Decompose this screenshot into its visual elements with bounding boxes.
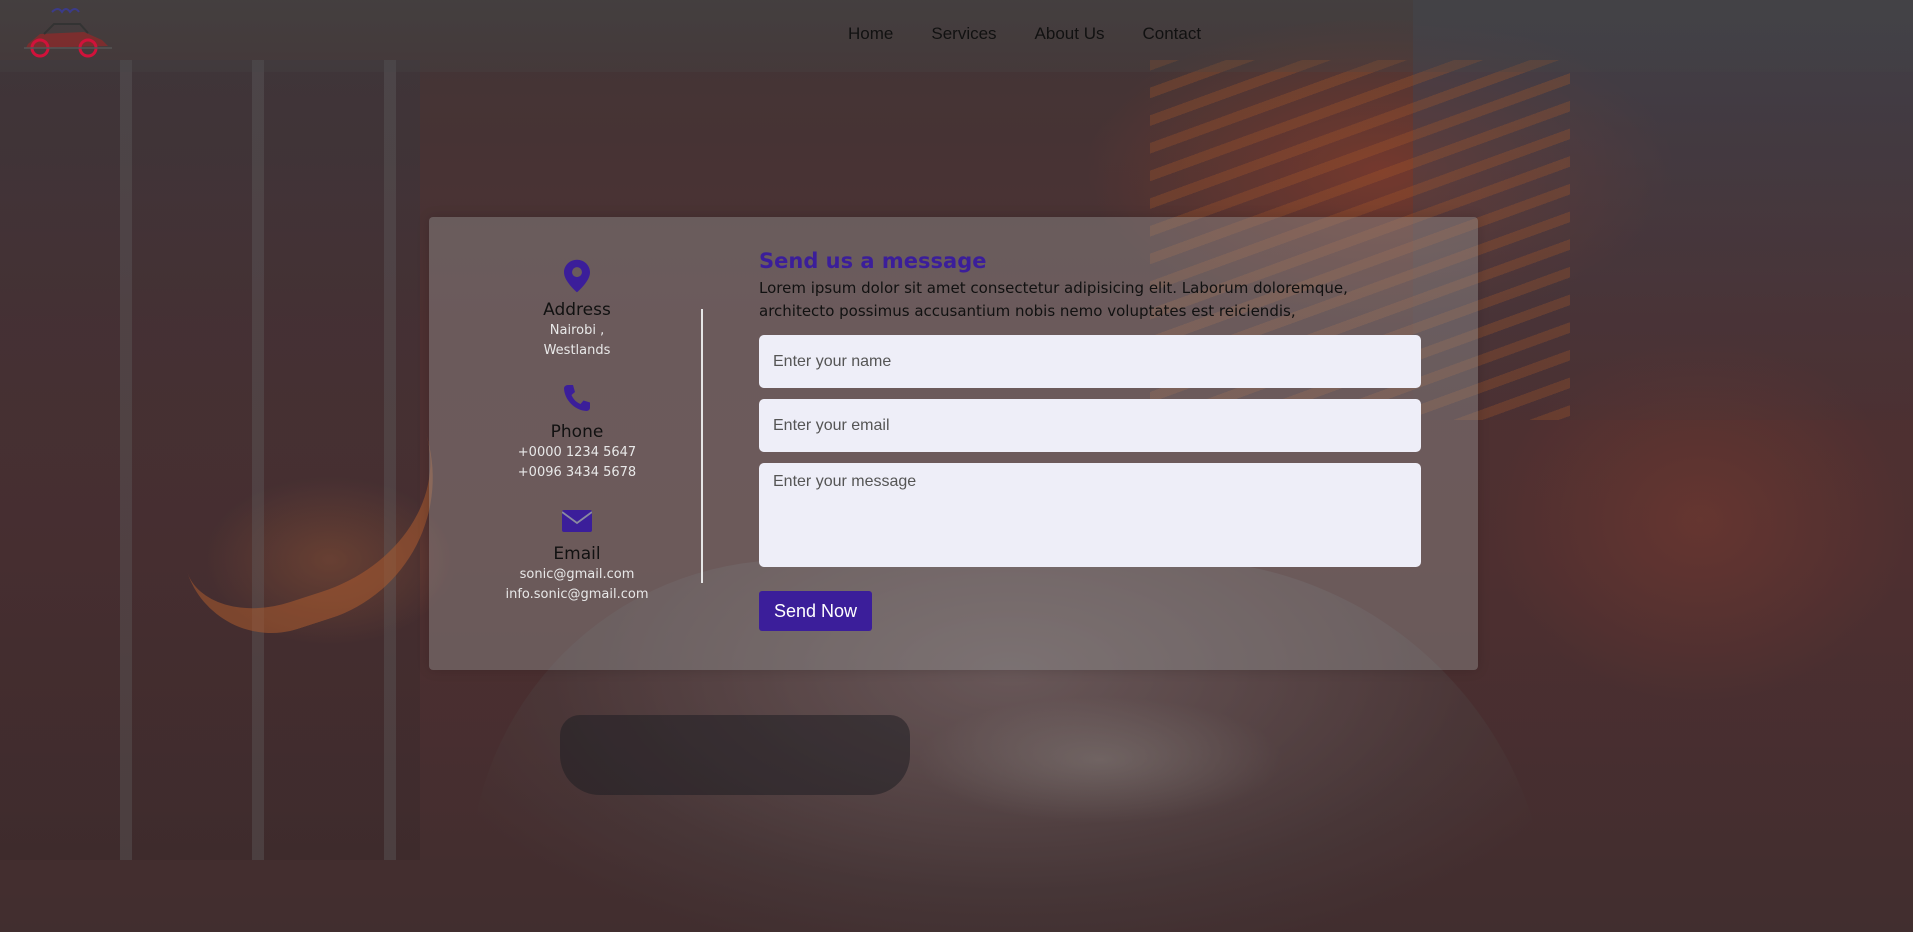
address-title: Address xyxy=(543,300,611,320)
form-title: Send us a message xyxy=(759,249,987,273)
phone-line: +0000 1234 5647 xyxy=(517,445,637,460)
background-car-grille xyxy=(560,715,910,795)
nav-contact[interactable]: Contact xyxy=(1142,24,1201,44)
address-line: Westlands xyxy=(543,343,611,358)
phone-icon xyxy=(564,385,590,411)
phone-line: +0096 3434 5678 xyxy=(517,465,637,480)
send-now-button[interactable]: Send Now xyxy=(759,591,873,631)
divider xyxy=(701,309,703,583)
email-block: Email sonic@gmail.com info.sonic@gmail.c… xyxy=(429,503,725,605)
main-nav: Home Services About Us Contact xyxy=(848,24,1201,44)
contact-page: Home Services About Us Contact Address N… xyxy=(0,0,1913,932)
phone-title: Phone xyxy=(550,422,604,442)
phone-block: Phone +0000 1234 5647 +0096 3434 5678 xyxy=(429,381,725,483)
form-description: Lorem ipsum dolor sit amet consectetur a… xyxy=(759,279,1348,320)
name-input[interactable] xyxy=(759,335,1421,388)
address-block: Address Nairobi , Westlands xyxy=(429,259,725,361)
email-line: info.sonic@gmail.com xyxy=(505,587,649,602)
contact-form: Send us a message Lorem ipsum dolor sit … xyxy=(759,247,1421,631)
background-swoosh xyxy=(168,431,472,657)
envelope-icon xyxy=(562,510,592,532)
contact-info: Address Nairobi , Westlands Phone +0000 … xyxy=(429,259,725,625)
contact-card: Address Nairobi , Westlands Phone +0000 … xyxy=(429,217,1478,670)
nav-home[interactable]: Home xyxy=(848,24,893,44)
car-logo-icon[interactable] xyxy=(22,2,114,58)
navbar: Home Services About Us Contact xyxy=(0,0,1913,72)
nav-about-us[interactable]: About Us xyxy=(1035,24,1105,44)
email-title: Email xyxy=(553,544,601,564)
email-line: sonic@gmail.com xyxy=(519,567,635,582)
message-textarea[interactable] xyxy=(759,463,1421,567)
map-pin-icon xyxy=(564,259,590,293)
address-line: Nairobi , xyxy=(549,323,605,338)
nav-services[interactable]: Services xyxy=(931,24,996,44)
background-storefront xyxy=(0,60,420,860)
email-input[interactable] xyxy=(759,399,1421,452)
